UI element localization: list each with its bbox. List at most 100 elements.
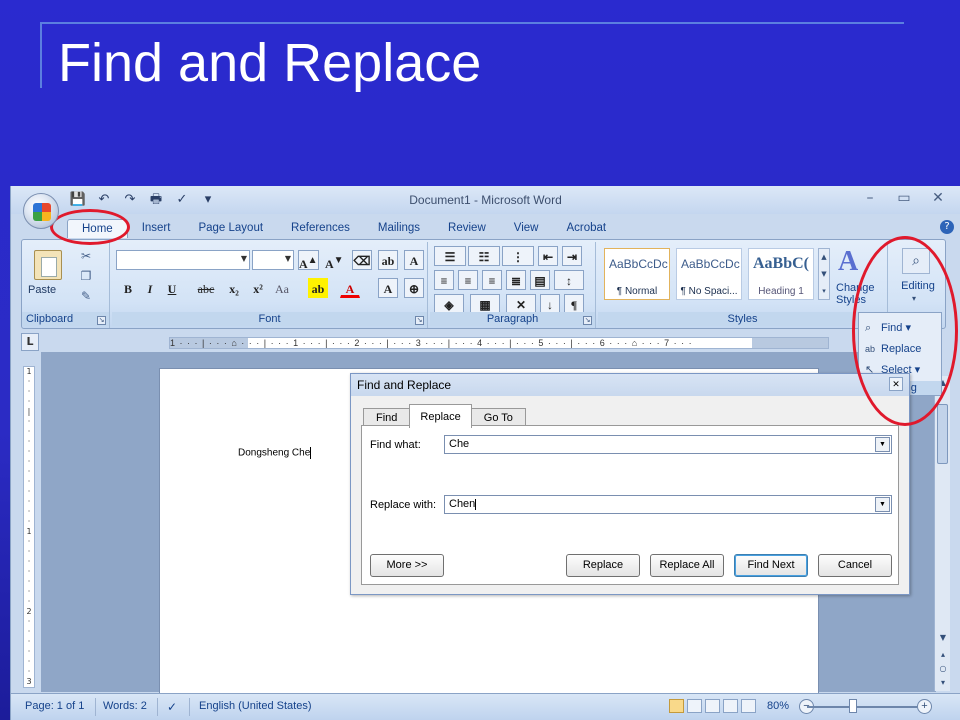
tab-page-layout[interactable]: Page Layout (184, 219, 277, 238)
close-button[interactable]: ✕ (928, 190, 948, 206)
font-color-icon[interactable]: A (340, 278, 360, 298)
borders-icon[interactable]: ▦ (470, 294, 500, 314)
multilevel-list-icon[interactable]: ⋮ (502, 246, 534, 266)
web-layout-icon[interactable] (705, 699, 720, 713)
replace-button[interactable]: Replace (566, 554, 640, 577)
redo-icon[interactable]: ↷ (121, 192, 139, 208)
change-styles-icon[interactable]: A (838, 246, 858, 278)
language[interactable]: English (United States) (199, 700, 312, 712)
distributed-icon[interactable]: ▤ (530, 270, 550, 290)
show-marks-icon[interactable]: ¶ (564, 294, 584, 314)
minimize-button[interactable]: – (860, 190, 880, 206)
proofing-icon[interactable]: ✓ (167, 700, 177, 714)
increase-indent-icon[interactable]: ⇥ (562, 246, 582, 266)
vertical-scrollbar[interactable]: ▲ ▼ ▴ ○ ▾ (934, 376, 950, 691)
find-next-button[interactable]: Find Next (734, 554, 808, 577)
highlight-icon[interactable]: ab (308, 278, 328, 298)
browse-object-icon[interactable]: ○ (935, 662, 951, 676)
superscript-button[interactable]: x² (248, 278, 268, 298)
enclose-char-icon[interactable]: ⊕ (404, 278, 424, 298)
char-border-icon[interactable]: A (404, 250, 424, 270)
bullets-icon[interactable]: ☰ (434, 246, 466, 266)
help-icon[interactable]: ? (940, 220, 954, 234)
save-icon[interactable]: 💾 (69, 192, 87, 208)
font-size-combo[interactable]: ▼ (252, 250, 294, 270)
clear-formatting-icon[interactable]: ⌫ (352, 250, 372, 270)
style-normal[interactable]: AaBbCcDc ¶ Normal (604, 248, 670, 300)
style-no-spacing[interactable]: AaBbCcDc ¶ No Spaci... (676, 248, 742, 300)
copy-icon[interactable]: ❐ (78, 268, 94, 284)
sort-icon[interactable]: ↓ (540, 294, 560, 314)
next-page-icon[interactable]: ▾ (935, 676, 951, 690)
replace-all-button[interactable]: Replace All (650, 554, 724, 577)
asian-layout-icon[interactable]: ✕ (506, 294, 536, 314)
find-what-input[interactable]: Che ▼ (444, 435, 892, 454)
bold-button[interactable]: B (118, 278, 138, 298)
tab-insert[interactable]: Insert (128, 219, 185, 238)
change-case-button[interactable]: Aa (272, 278, 292, 298)
tab-mailings[interactable]: Mailings (364, 219, 434, 238)
zoom-slider-thumb[interactable] (849, 699, 857, 713)
tab-acrobat[interactable]: Acrobat (552, 219, 620, 238)
replace-with-value: Chen (449, 498, 476, 510)
style-heading-1[interactable]: AaBbC( Heading 1 (748, 248, 814, 300)
replace-with-input[interactable]: Chen ▼ (444, 495, 892, 514)
cut-icon[interactable]: ✂ (78, 248, 94, 264)
tab-view[interactable]: View (500, 219, 553, 238)
paste-button[interactable]: Paste (28, 284, 56, 296)
outline-view-icon[interactable] (723, 699, 738, 713)
cancel-button[interactable]: Cancel (818, 554, 892, 577)
horizontal-ruler[interactable]: 1 · · · | · · · ⌂ · · · | · · · 1 · · · … (169, 337, 829, 349)
zoom-in-icon[interactable]: + (917, 699, 932, 714)
font-name-combo[interactable]: ▼ (116, 250, 250, 270)
print-icon[interactable]: 🖶 (147, 192, 165, 208)
numbering-icon[interactable]: ☷ (468, 246, 500, 266)
prev-page-icon[interactable]: ▴ (935, 648, 951, 662)
styles-scroll[interactable]: ▲ ▼ ▾ (818, 248, 830, 300)
office-button[interactable] (23, 193, 59, 229)
document-text[interactable]: Dongsheng Che (238, 447, 312, 459)
justify-icon[interactable]: ≣ (506, 270, 526, 290)
full-screen-reading-icon[interactable] (687, 699, 702, 713)
tab-references[interactable]: References (277, 219, 364, 238)
clipboard-group-label: Clipboard (22, 312, 109, 326)
strikethrough-button[interactable]: abc (196, 278, 216, 298)
undo-icon[interactable]: ↶ (95, 192, 113, 208)
align-right-icon[interactable]: ≡ (482, 270, 502, 290)
paste-icon[interactable] (34, 250, 62, 280)
chevron-down-icon[interactable]: ▼ (875, 497, 890, 512)
word-count[interactable]: Words: 2 (103, 700, 147, 712)
scroll-down-icon[interactable]: ▼ (935, 631, 951, 645)
decrease-indent-icon[interactable]: ⇤ (538, 246, 558, 266)
scroll-thumb[interactable] (937, 404, 948, 464)
ruler-row: L 1 · · · | · · · ⌂ · · · | · · · 1 · · … (21, 332, 946, 352)
italic-button[interactable]: I (140, 278, 160, 298)
format-painter-icon[interactable]: ✎ (78, 288, 94, 304)
chevron-down-icon[interactable]: ▼ (875, 437, 890, 452)
char-shading-icon[interactable]: A (378, 278, 398, 298)
subscript-button[interactable]: x₂ (224, 278, 244, 298)
print-layout-icon[interactable] (669, 699, 684, 713)
shrink-font-icon[interactable]: A▼ (324, 250, 345, 271)
font-launcher-icon[interactable]: ↘ (415, 316, 424, 325)
zoom-slider[interactable] (807, 706, 917, 708)
align-left-icon[interactable]: ≡ (434, 270, 454, 290)
more-button[interactable]: More >> (370, 554, 444, 577)
clipboard-launcher-icon[interactable]: ↘ (97, 316, 106, 325)
paragraph-launcher-icon[interactable]: ↘ (583, 316, 592, 325)
shading-icon[interactable]: ◈ (434, 294, 464, 314)
phonetic-icon[interactable]: ab (378, 250, 398, 270)
page-count[interactable]: Page: 1 of 1 (25, 700, 84, 712)
zoom-level[interactable]: 80% (767, 700, 789, 712)
tab-replace[interactable]: Replace (409, 404, 472, 428)
spelling-icon[interactable]: ✓ (173, 192, 191, 208)
draft-view-icon[interactable] (741, 699, 756, 713)
customize-qat-icon[interactable]: ▾ (199, 192, 217, 208)
grow-font-icon[interactable]: A▲ (298, 250, 319, 271)
align-center-icon[interactable]: ≡ (458, 270, 478, 290)
tab-selector[interactable]: L (21, 333, 39, 351)
tab-review[interactable]: Review (434, 219, 500, 238)
line-spacing-icon[interactable]: ↕ (554, 270, 584, 290)
underline-button[interactable]: U (162, 278, 182, 298)
maximize-button[interactable]: ▭ (894, 190, 914, 206)
